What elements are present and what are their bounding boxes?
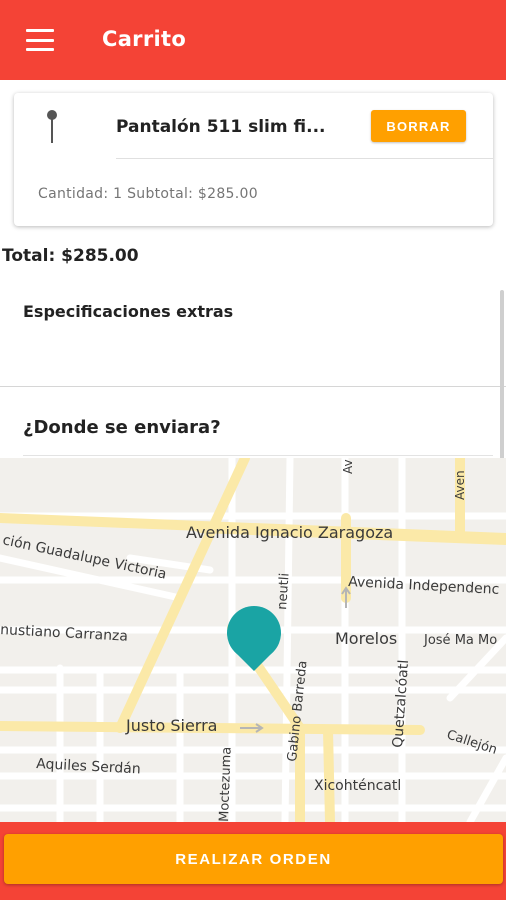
cart-item-card: Pantalón 511 slim fi... BORRAR Cantidad:… [14,93,493,226]
place-order-button[interactable]: REALIZAR ORDEN [4,834,503,884]
delivery-map[interactable]: Avenida Ignacio Zaragoza ción Guadalupe … [0,458,506,822]
location-pin-icon [47,110,57,143]
scrollbar[interactable] [500,290,504,460]
page-title: Carrito [102,27,187,51]
street-label: Xicohténcatl [314,778,401,794]
street-label: Avenida Ignacio Zaragoza [186,523,393,542]
card-divider [116,158,493,159]
hamburger-menu-icon[interactable] [26,29,54,51]
cart-item-quantity-subtotal: Cantidad: 1 Subtotal: $285.00 [38,186,258,202]
street-label: Moctezuma [217,747,235,822]
cart-total: Total: $285.00 [2,246,139,266]
street-label: Aven [453,470,467,500]
delivery-divider [23,455,493,456]
street-label: Justo Sierra [125,716,217,735]
app-bar: Carrito [0,0,506,80]
street-label: Av [341,459,355,474]
bottom-bar: REALIZAR ORDEN [0,822,506,900]
cart-item-name: Pantalón 511 slim fi... [116,117,326,137]
street-label: neutli [275,573,293,611]
delivery-label: ¿Donde se enviara? [23,417,221,438]
street-label: Morelos [335,629,397,648]
delete-button[interactable]: BORRAR [371,110,466,142]
map-canvas[interactable]: Avenida Ignacio Zaragoza ción Guadalupe … [0,458,506,822]
extras-label: Especificaciones extras [23,302,234,321]
street-label: José Ma Mo [423,633,497,648]
